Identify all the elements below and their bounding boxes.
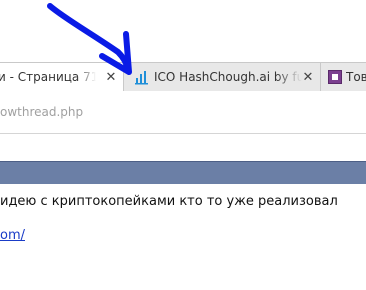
tab-hashchough[interactable]: ICO HashChough.ai by fun ✕ — [125, 63, 321, 91]
tab-third[interactable]: Тов — [322, 63, 366, 91]
close-icon[interactable]: ✕ — [301, 70, 315, 84]
url-text[interactable]: owthread.php — [0, 105, 83, 119]
post-text: идею с криптокопейками кто то уже реализ… — [0, 194, 338, 209]
screen-top-area — [0, 0, 366, 66]
bar-chart-icon — [135, 71, 148, 85]
tab-strip: и - Страница 714 ✕ ICO HashChough.ai by … — [0, 62, 366, 91]
tab-title: и - Страница 714 — [0, 70, 96, 84]
tab-title: ICO HashChough.ai by fun — [154, 70, 302, 84]
purple-square-icon — [328, 70, 342, 84]
tab-title: Тов — [346, 70, 366, 84]
post-header-bar — [0, 161, 366, 184]
address-bar[interactable]: owthread.php — [0, 91, 366, 134]
tab-forum-thread[interactable]: и - Страница 714 ✕ — [0, 63, 124, 91]
post-link[interactable]: om/ — [0, 228, 25, 243]
close-icon[interactable]: ✕ — [104, 70, 118, 84]
